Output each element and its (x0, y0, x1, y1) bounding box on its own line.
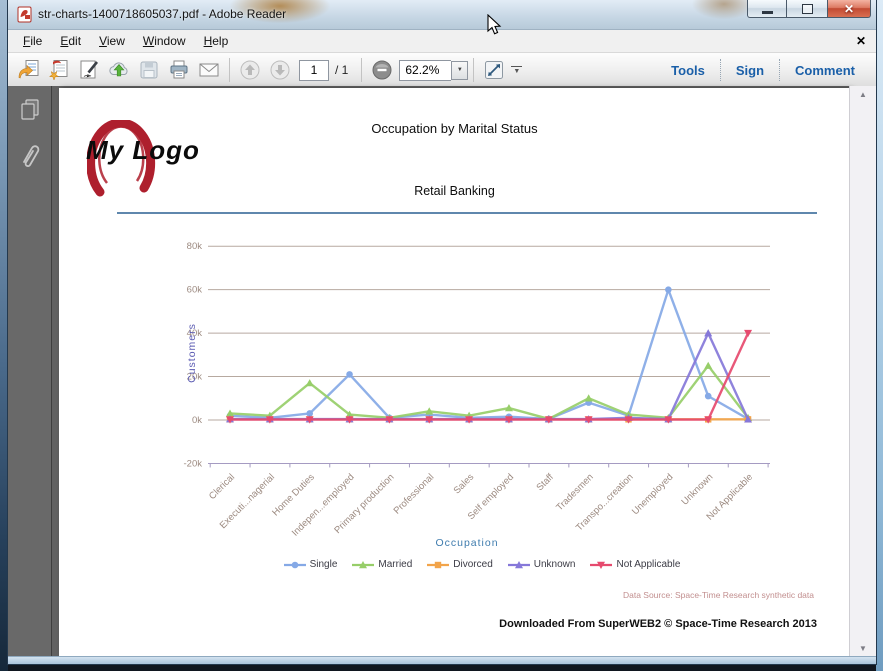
svg-text:Clerical: Clerical (207, 472, 237, 502)
legend-item: Single (283, 559, 338, 570)
window-title: str-charts-1400718605037.pdf - Adobe Rea… (38, 7, 287, 21)
minimize-button[interactable] (747, 0, 787, 18)
tools-button[interactable]: Tools (656, 63, 720, 78)
svg-text:Unemployed: Unemployed (630, 472, 675, 517)
fit-window-button[interactable] (479, 56, 509, 84)
page-total-label: / 1 (335, 63, 349, 77)
legend-item: Divorced (427, 559, 493, 570)
legend-item: Married (352, 559, 412, 570)
previous-page-icon (240, 60, 260, 80)
cloud-upload-button[interactable] (104, 56, 134, 84)
create-pdf-icon (48, 60, 68, 81)
pdf-page: Occupation by Marital Status Retail Bank… (59, 88, 850, 657)
chart-svg: 80k60k40k20k0k-20kClericalExecuti...nage… (184, 241, 770, 549)
page-thumbnails-icon[interactable] (19, 98, 41, 122)
close-window-button[interactable]: ✕ (827, 0, 871, 18)
restore-icon (801, 3, 813, 14)
chart-legend: Single Married Divorced Unknown Not Applicab… (59, 559, 850, 570)
next-page-icon (270, 60, 290, 80)
mouse-cursor (487, 14, 502, 35)
legend-label: Divorced (453, 559, 493, 570)
legend-label: Single (309, 559, 338, 570)
previous-page-button[interactable] (235, 56, 265, 84)
menu-bar: File Edit View Window Help ✕ (8, 30, 876, 53)
zoom-level-input[interactable] (399, 59, 452, 81)
email-icon (199, 63, 219, 77)
downloaded-note: Downloaded From SuperWEB2 © Space-Time R… (499, 618, 817, 630)
svg-text:0k: 0k (192, 415, 202, 426)
save-button[interactable] (134, 56, 164, 84)
legend-label: Unknown (533, 559, 576, 570)
svg-text:Occupation: Occupation (435, 537, 498, 549)
sign-document-button[interactable] (74, 56, 104, 84)
next-page-button[interactable] (265, 56, 295, 84)
title-bar: str-charts-1400718605037.pdf - Adobe Rea… (8, 0, 876, 30)
more-tools-icon[interactable]: ▼ (511, 65, 523, 75)
save-icon (140, 61, 158, 79)
window-bottom-frame (8, 656, 876, 664)
attachments-icon[interactable] (18, 142, 42, 170)
create-pdf-button[interactable] (44, 56, 74, 84)
close-document-button[interactable]: ✕ (846, 34, 876, 48)
menu-file[interactable]: File (14, 32, 51, 50)
svg-text:-20k: -20k (184, 458, 203, 469)
sign-button[interactable]: Sign (721, 63, 779, 78)
svg-text:60k: 60k (187, 285, 203, 296)
restore-button[interactable] (787, 0, 827, 18)
cloud-upload-icon (109, 62, 128, 77)
toolbar: / 1 ▼ ▼ Tools Sign (8, 53, 876, 88)
fit-window-icon (485, 61, 504, 79)
svg-text:Professional: Professional (392, 472, 437, 517)
legend-marker-icon (283, 561, 306, 568)
adobe-reader-window: str-charts-1400718605037.pdf - Adobe Rea… (7, 0, 877, 665)
navigation-sidebar (8, 86, 52, 657)
zoom-dropdown-button[interactable]: ▼ (451, 60, 469, 80)
menu-help[interactable]: Help (195, 32, 238, 50)
toolbar-separator (361, 58, 363, 82)
svg-text:Unknown: Unknown (680, 472, 716, 508)
svg-text:Tradesmen: Tradesmen (554, 472, 596, 514)
minimize-icon (761, 11, 773, 14)
open-button[interactable] (14, 56, 44, 84)
menu-edit[interactable]: Edit (51, 32, 90, 50)
zoom-out-button[interactable] (367, 56, 397, 84)
legend-item: Unknown (507, 559, 576, 570)
scroll-up-icon[interactable]: ▲ (850, 90, 876, 99)
svg-text:80k: 80k (187, 241, 203, 252)
toolbar-separator (229, 58, 230, 82)
legend-marker-icon (590, 561, 613, 569)
open-icon (18, 60, 39, 79)
zoom-out-icon (372, 60, 392, 80)
pdf-file-icon (17, 6, 32, 23)
desktop-edge-right (876, 0, 883, 671)
menu-view[interactable]: View (90, 32, 134, 50)
svg-text:Staff: Staff (534, 472, 556, 494)
legend-label: Not Applicable (616, 559, 681, 570)
close-icon: ✕ (843, 1, 855, 16)
legend-marker-icon (427, 561, 450, 568)
menu-window[interactable]: Window (134, 32, 195, 50)
print-button[interactable] (164, 56, 194, 84)
legend-item: Not Applicable (590, 559, 680, 570)
page-number-input[interactable] (299, 59, 329, 81)
legend-marker-icon (352, 560, 375, 568)
print-icon (170, 60, 188, 79)
legend-label: Married (378, 559, 413, 570)
legend-marker-icon (507, 560, 530, 568)
document-pane: Occupation by Marital Status Retail Bank… (52, 86, 876, 657)
vertical-scrollbar[interactable]: ▲ ▼ (849, 86, 876, 657)
svg-text:Sales: Sales (452, 472, 477, 497)
chevron-down-icon: ▼ (456, 67, 463, 73)
comment-button[interactable]: Comment (780, 63, 870, 78)
toolbar-separator (473, 58, 475, 82)
scroll-down-icon[interactable]: ▼ (850, 644, 876, 653)
sign-document-icon (80, 60, 99, 79)
data-source-note: Data Source: Space-Time Research synthet… (622, 590, 814, 600)
svg-text:Customers: Customers (186, 323, 198, 383)
email-button[interactable] (194, 56, 224, 84)
